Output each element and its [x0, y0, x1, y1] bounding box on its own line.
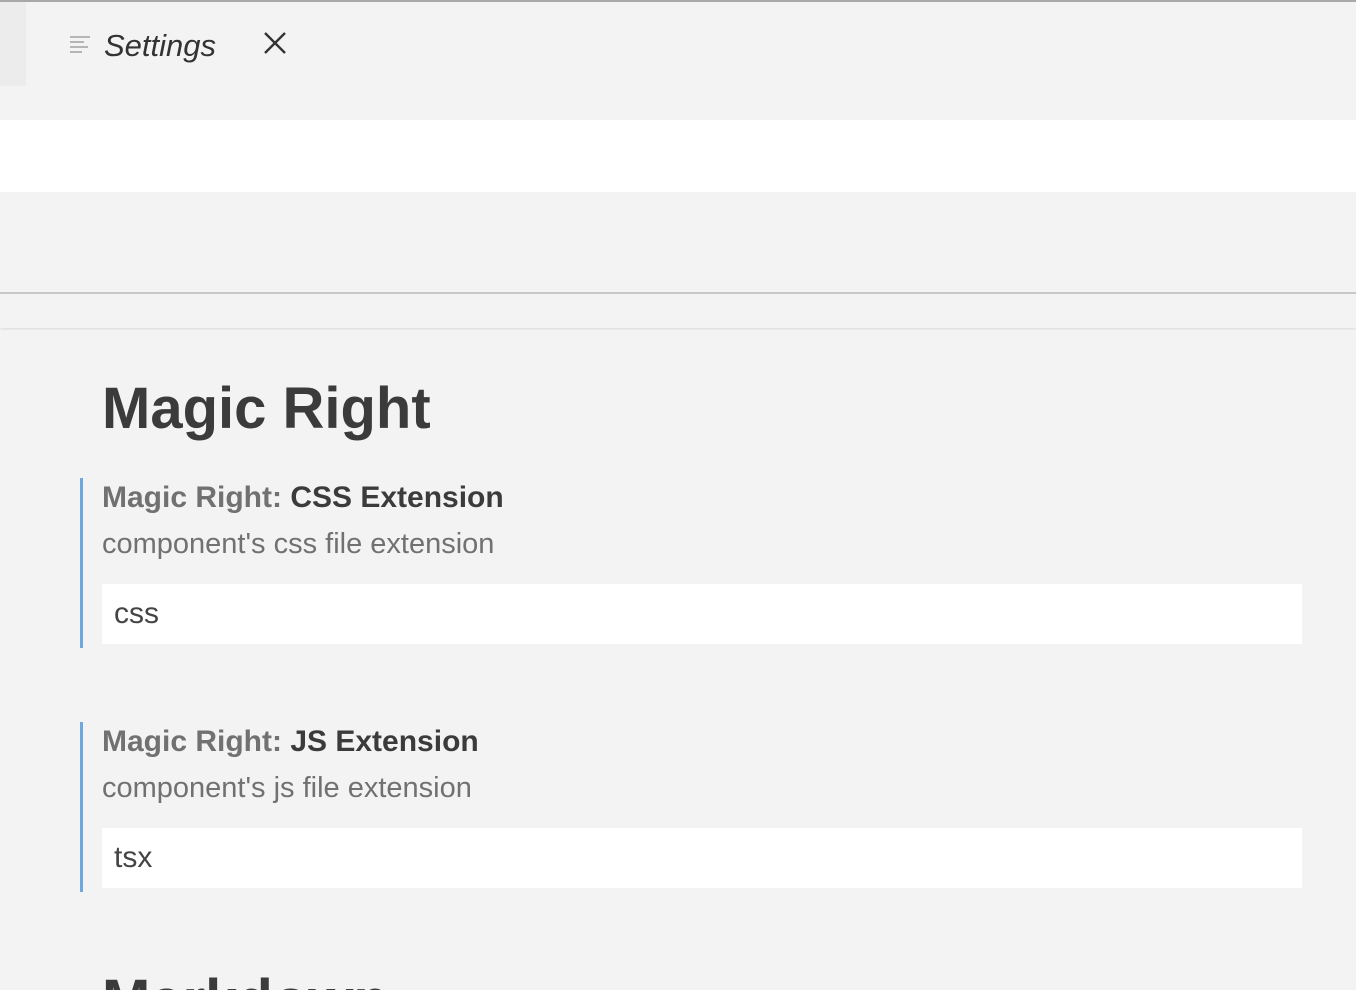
- setting-key: CSS Extension: [290, 481, 504, 514]
- tab-bar-left-edge: [0, 2, 26, 86]
- setting-item-js-extension: Magic Right: JS Extension component's js…: [80, 722, 1302, 892]
- js-extension-input[interactable]: [102, 828, 1302, 888]
- settings-header: [0, 192, 1356, 292]
- setting-item-css-extension: Magic Right: CSS Extension component's c…: [80, 478, 1302, 648]
- setting-description: component's js file extension: [102, 772, 472, 804]
- setting-label: Magic Right: JS Extension: [102, 722, 479, 762]
- breadcrumb-strip: [0, 86, 1356, 120]
- settings-content: Magic Right Magic Right: CSS Extension c…: [0, 330, 1356, 990]
- setting-category: Magic Right:: [102, 725, 291, 758]
- settings-search-bar[interactable]: [0, 120, 1356, 192]
- settings-file-icon: [70, 34, 92, 56]
- editor-tab-bar: Settings: [0, 0, 1356, 86]
- settings-subheader: [0, 294, 1356, 328]
- css-extension-input[interactable]: [102, 584, 1302, 644]
- setting-key: JS Extension: [290, 725, 479, 758]
- tab-title: Settings: [104, 28, 217, 63]
- setting-category: Magic Right:: [102, 481, 291, 514]
- search-input[interactable]: [0, 120, 1356, 192]
- section-title: Magic Right: [102, 376, 431, 441]
- close-icon[interactable]: [262, 30, 288, 56]
- setting-description: component's css file extension: [102, 528, 495, 560]
- setting-label: Magic Right: CSS Extension: [102, 478, 504, 518]
- next-section-title: Markdown: [102, 966, 389, 990]
- tab-settings[interactable]: Settings: [26, 2, 314, 86]
